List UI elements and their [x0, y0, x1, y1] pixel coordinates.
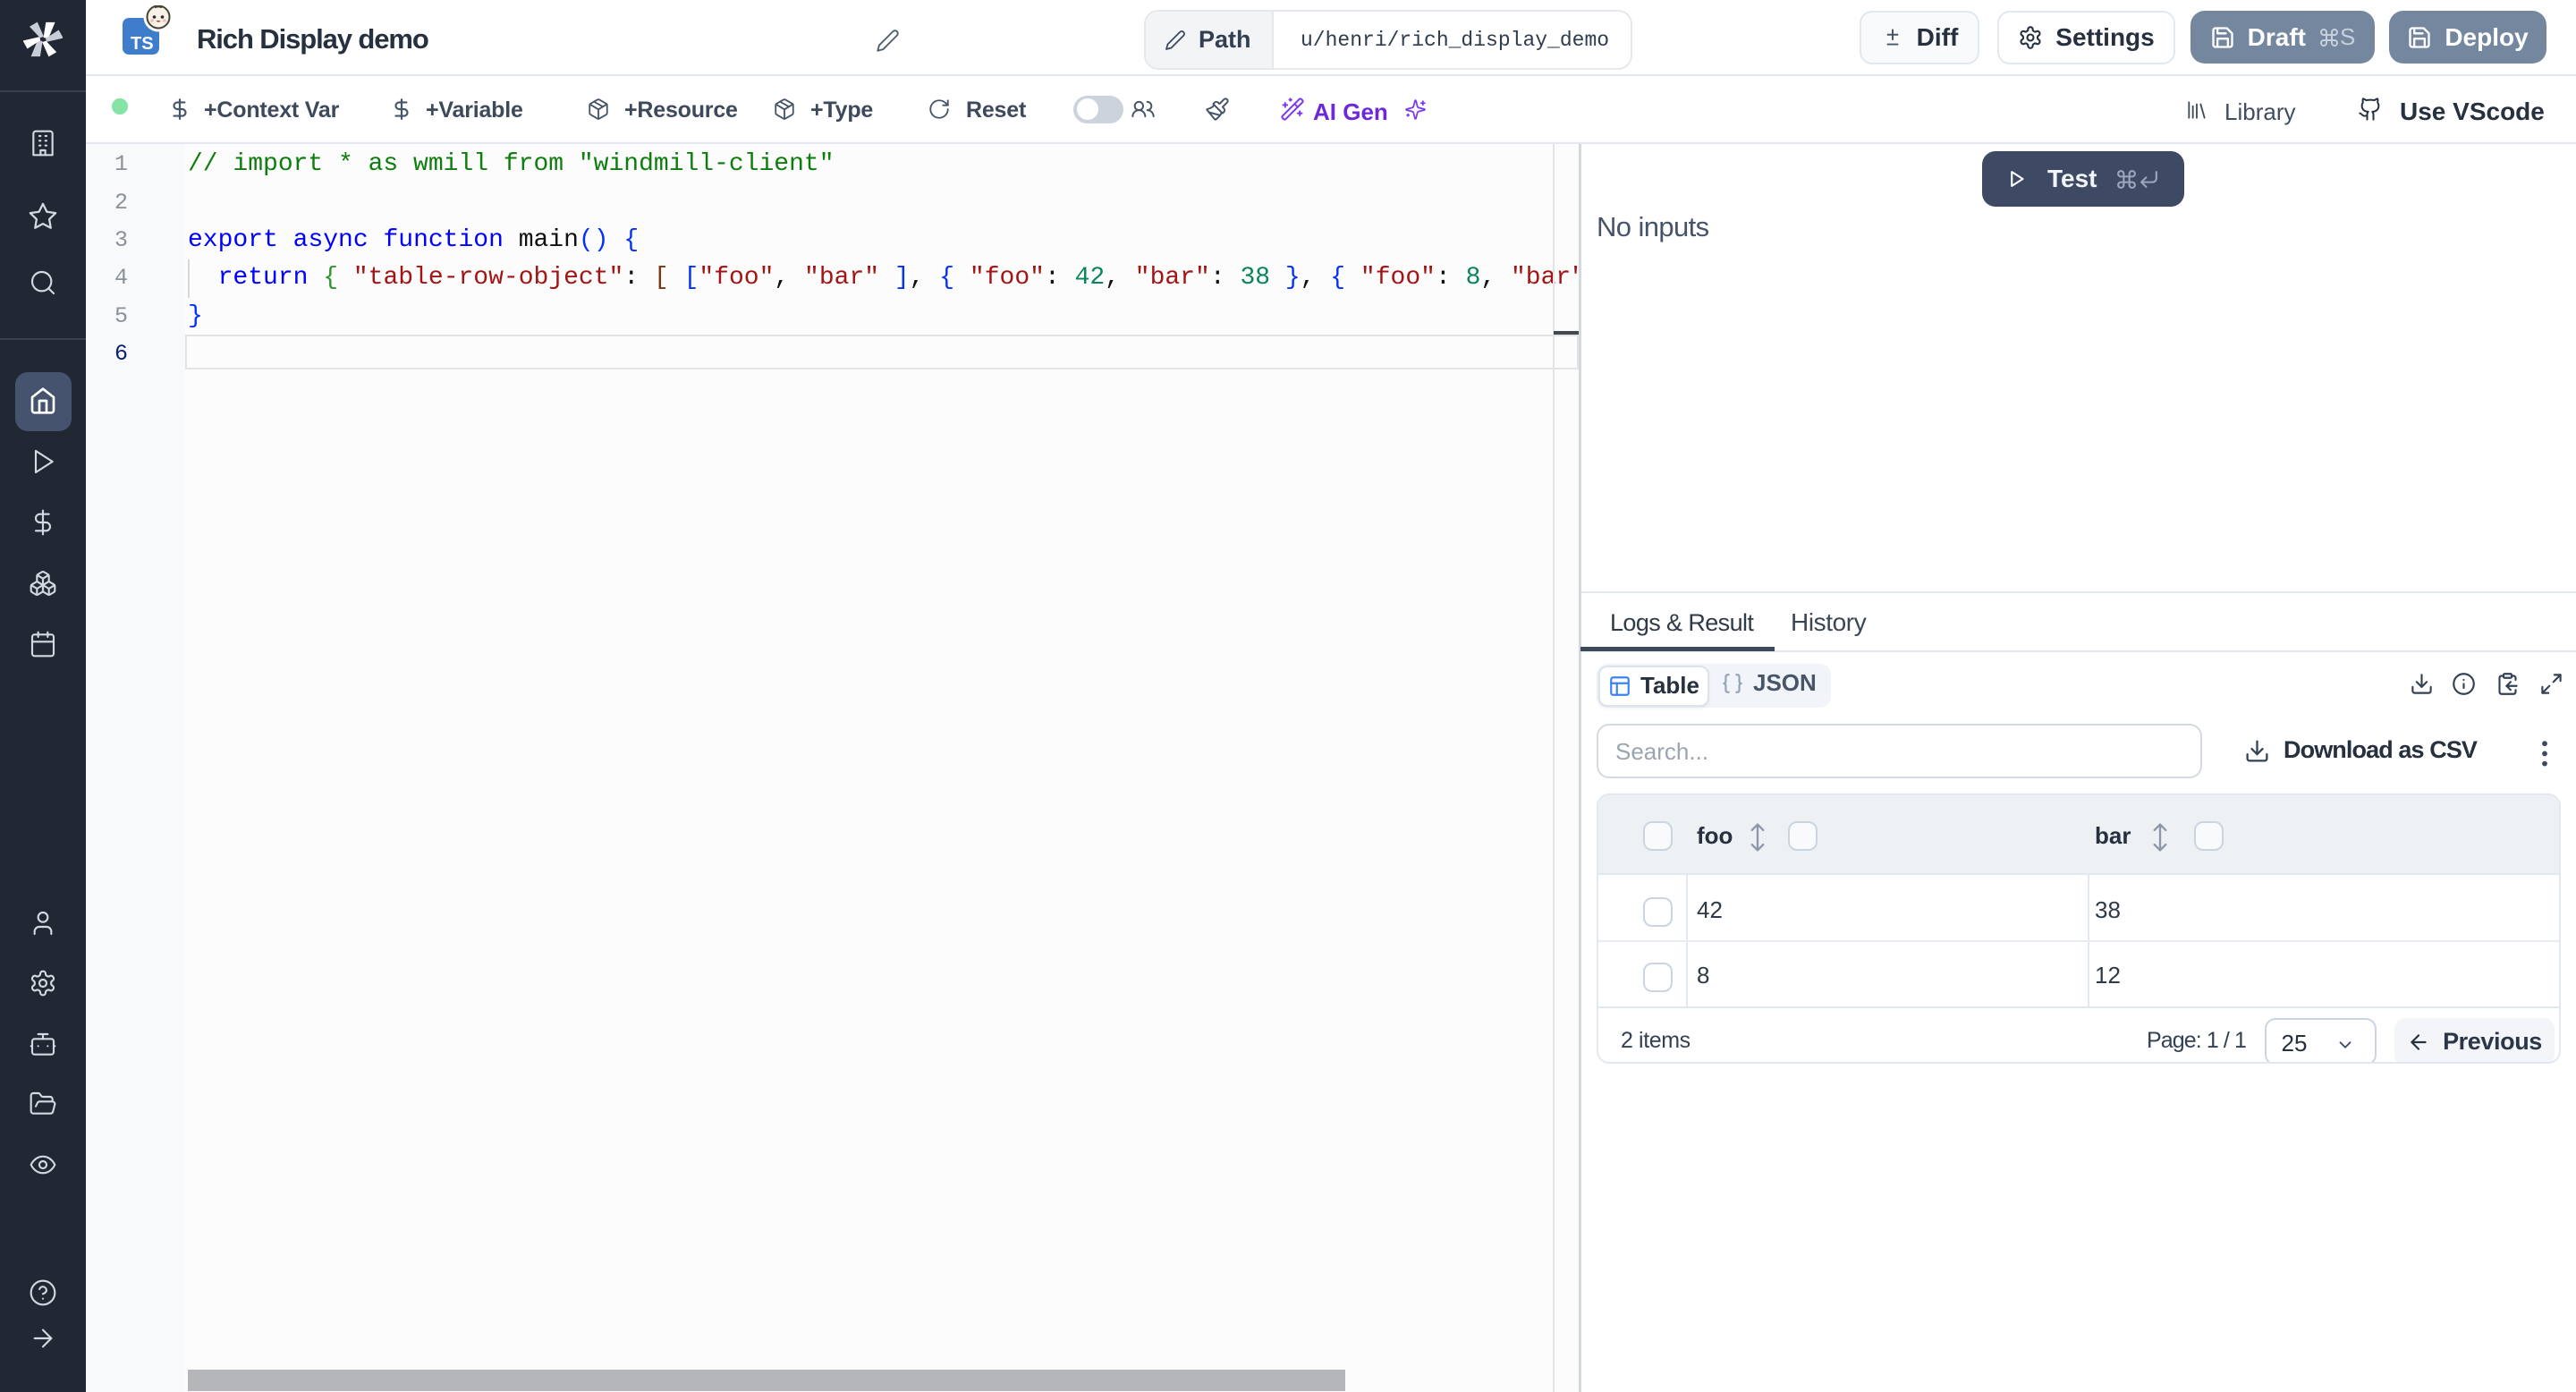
svg-text:TS: TS: [131, 34, 154, 54]
